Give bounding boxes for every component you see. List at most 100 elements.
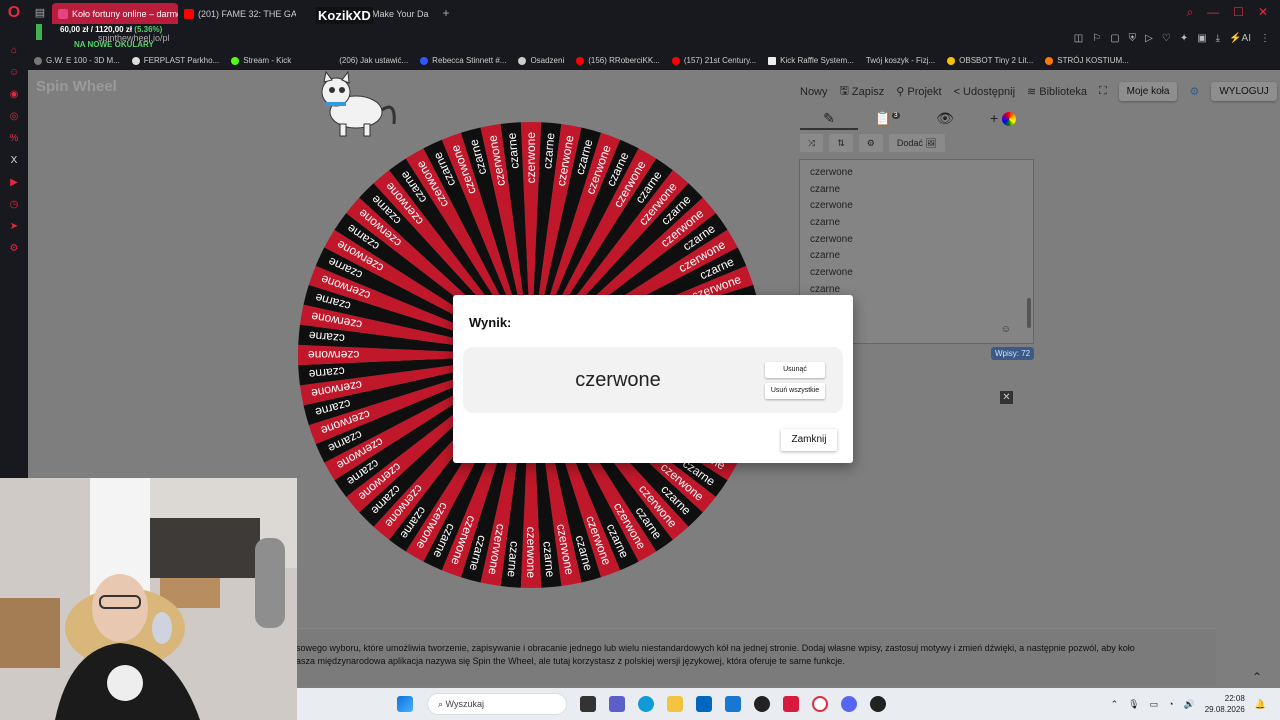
edit-pencil-icon[interactable]: ✎ bbox=[800, 110, 858, 127]
emoji-icon[interactable]: ☺ bbox=[1001, 324, 1011, 335]
user-icon[interactable]: ☺ bbox=[8, 67, 20, 79]
close-icon[interactable]: ✕ bbox=[1000, 391, 1013, 404]
microphone-icon[interactable]: 🎙 bbox=[1128, 699, 1139, 710]
project-button[interactable]: ⚲ Projekt bbox=[896, 85, 942, 99]
store-icon[interactable] bbox=[696, 696, 712, 712]
heart-icon[interactable]: ♡ bbox=[1162, 33, 1171, 44]
extension-icon[interactable]: ▢ bbox=[1110, 33, 1119, 44]
new-button[interactable]: Nowy bbox=[800, 86, 828, 98]
network-icon[interactable]: ▭ bbox=[1150, 699, 1159, 710]
logout-button[interactable]: WYLOGUJ bbox=[1211, 82, 1277, 101]
stream-goal-amount: 60,00 zł / 1120,00 zł (5.36%) bbox=[60, 25, 162, 34]
active-tab-indicator bbox=[800, 128, 858, 130]
result-value: czerwone bbox=[575, 369, 661, 391]
puzzle-icon[interactable]: ✦ bbox=[1180, 33, 1188, 44]
clock[interactable]: 22:08 29.08.2026 bbox=[1205, 693, 1245, 715]
profile-icon[interactable]: ▣ bbox=[1197, 33, 1206, 44]
bookmark-item[interactable]: Kick Raffle System... bbox=[768, 56, 854, 65]
download-icon[interactable]: ⤓ bbox=[1216, 33, 1220, 44]
my-wheels-button[interactable]: Moje koła bbox=[1118, 82, 1178, 101]
bookmark-item[interactable]: (157) 21st Century... bbox=[671, 56, 756, 65]
instagram-icon[interactable]: ◎ bbox=[8, 111, 20, 123]
bookmark-item[interactable]: FERPLAST Parkho... bbox=[131, 56, 219, 65]
tab-make-your-day[interactable]: Make Your Da bbox=[366, 3, 436, 24]
volume-icon[interactable]: 🔊 bbox=[1184, 699, 1195, 710]
entries-scrollbar[interactable] bbox=[1027, 298, 1031, 328]
bookmark-item[interactable]: Twój koszyk - Fizj... bbox=[866, 56, 935, 65]
bookmark-item[interactable]: Rebecca Stinnett #... bbox=[420, 56, 506, 65]
settings-button[interactable]: ⚙ bbox=[858, 134, 883, 152]
windows-start-icon[interactable] bbox=[397, 696, 413, 712]
steam-icon[interactable] bbox=[870, 696, 886, 712]
remove-button[interactable]: Usunąć bbox=[765, 362, 825, 378]
bookmark-icon[interactable]: ⚐ bbox=[1092, 33, 1101, 44]
windows-taskbar: ⌕ Wyszukaj ⌃ 🎙 ▭ ◔ 🔊 22:08 29.08.2026 🔔 bbox=[297, 688, 1280, 720]
chevron-up-icon[interactable]: ⌃ bbox=[1111, 699, 1119, 710]
remove-all-button[interactable]: Usuń wszystkie bbox=[765, 383, 825, 399]
shield-icon[interactable]: ⛨ bbox=[1129, 33, 1137, 44]
file-explorer-icon[interactable] bbox=[667, 696, 683, 712]
add-image-button[interactable]: Dodać 🖼 bbox=[888, 134, 945, 152]
teams-icon[interactable] bbox=[609, 696, 625, 712]
tab-fame[interactable]: (201) FAME 32: THE GAME bbox=[178, 3, 296, 24]
search-icon[interactable]: ⌕ bbox=[1186, 5, 1193, 20]
address-bar-tools: ◫ ⚐ ▢ ⛨ ▷ ♡ ✦ ▣ ⤓ ⚡AI ⋮ bbox=[1074, 33, 1280, 44]
bookmark-item[interactable]: G.W. E 100 - 3D M... bbox=[34, 56, 120, 65]
add-color-icon[interactable]: + bbox=[974, 110, 1032, 127]
bookmark-item[interactable]: (156) RRoberciKK... bbox=[576, 56, 660, 65]
task-view-icon[interactable] bbox=[580, 696, 596, 712]
taskbar-search[interactable]: ⌕ Wyszukaj bbox=[427, 693, 567, 715]
fullscreen-icon[interactable]: ⛶ bbox=[1099, 85, 1107, 98]
share-button[interactable]: < Udostępnij bbox=[954, 86, 1015, 98]
home-icon[interactable]: ⌂ bbox=[8, 45, 20, 57]
bookmark-item[interactable]: Osadzeni bbox=[518, 56, 564, 65]
edge-icon[interactable] bbox=[638, 696, 654, 712]
tab-menu-icon[interactable]: ▤ bbox=[28, 0, 52, 25]
tab-spin-wheel[interactable]: Koło fortuny online – darmo bbox=[52, 3, 178, 24]
percent-icon[interactable]: % bbox=[8, 133, 20, 145]
x-icon[interactable]: X bbox=[8, 155, 20, 167]
bookmark-item[interactable]: STRÓJ KOSTIUM... bbox=[1045, 56, 1129, 65]
library-label: Biblioteka bbox=[1039, 85, 1087, 98]
close-window-icon[interactable]: ✕ bbox=[1258, 5, 1268, 20]
close-button[interactable]: Zamknij bbox=[781, 429, 837, 451]
opera-logo-icon[interactable]: O bbox=[0, 0, 28, 25]
project-label: Projekt bbox=[907, 85, 942, 98]
settings-icon[interactable]: ⚙ bbox=[8, 243, 20, 255]
bookmark-item[interactable]: OBSBOT Tiny 2 Lit... bbox=[947, 56, 1033, 65]
minimize-icon[interactable]: — bbox=[1207, 5, 1219, 20]
app-red-icon[interactable] bbox=[783, 696, 799, 712]
more-icon[interactable]: ⋮ bbox=[1260, 33, 1270, 44]
clock-time: 22:08 bbox=[1224, 694, 1245, 703]
hide-eye-icon[interactable]: 👁 bbox=[916, 110, 974, 127]
bookmark-item[interactable]: (206) Jak ustawić... bbox=[339, 56, 408, 65]
shuffle-button[interactable]: ⤨ bbox=[800, 134, 824, 152]
opera-taskbar-icon[interactable] bbox=[812, 696, 828, 712]
description-line: asza międzynarodowa aplikacja nazywa się… bbox=[296, 656, 845, 666]
outlook-icon[interactable] bbox=[725, 696, 741, 712]
stream-goal-bar bbox=[36, 24, 42, 40]
play-icon[interactable]: ▷ bbox=[1145, 33, 1153, 44]
notification-icon[interactable]: 🔔 bbox=[1255, 699, 1266, 710]
sort-button[interactable]: ⇅ bbox=[829, 134, 853, 152]
result-box: czerwone Usunąć Usuń wszystkie bbox=[463, 347, 843, 413]
bookmark-item[interactable]: Stream - Kick bbox=[231, 56, 291, 65]
library-button[interactable]: ≋ Biblioteka bbox=[1027, 85, 1087, 99]
maximize-icon[interactable]: ☐ bbox=[1233, 5, 1244, 20]
language-icon[interactable]: ⚙ bbox=[1189, 85, 1199, 98]
player-icon[interactable]: ▶ bbox=[8, 177, 20, 189]
history-icon[interactable]: ◷ bbox=[8, 199, 20, 211]
flow-icon[interactable]: ➤ bbox=[8, 221, 20, 233]
messenger-icon[interactable]: ◉ bbox=[8, 89, 20, 101]
webcam-overlay bbox=[0, 478, 297, 720]
obs-icon[interactable] bbox=[754, 696, 770, 712]
save-button[interactable]: 🖫 Zapisz bbox=[840, 82, 885, 101]
chevron-up-icon[interactable]: ⌃ bbox=[1252, 670, 1262, 684]
ai-icon[interactable]: ⚡AI bbox=[1229, 33, 1251, 44]
new-tab-button[interactable]: + bbox=[436, 6, 456, 20]
snapshot-icon[interactable]: ◫ bbox=[1074, 33, 1083, 44]
site-logo[interactable]: Spin Wheel bbox=[36, 78, 117, 95]
clipboard-icon[interactable]: 📋 3 bbox=[858, 110, 916, 127]
discord-icon[interactable] bbox=[841, 696, 857, 712]
wifi-icon[interactable]: ◔ bbox=[1168, 699, 1173, 709]
